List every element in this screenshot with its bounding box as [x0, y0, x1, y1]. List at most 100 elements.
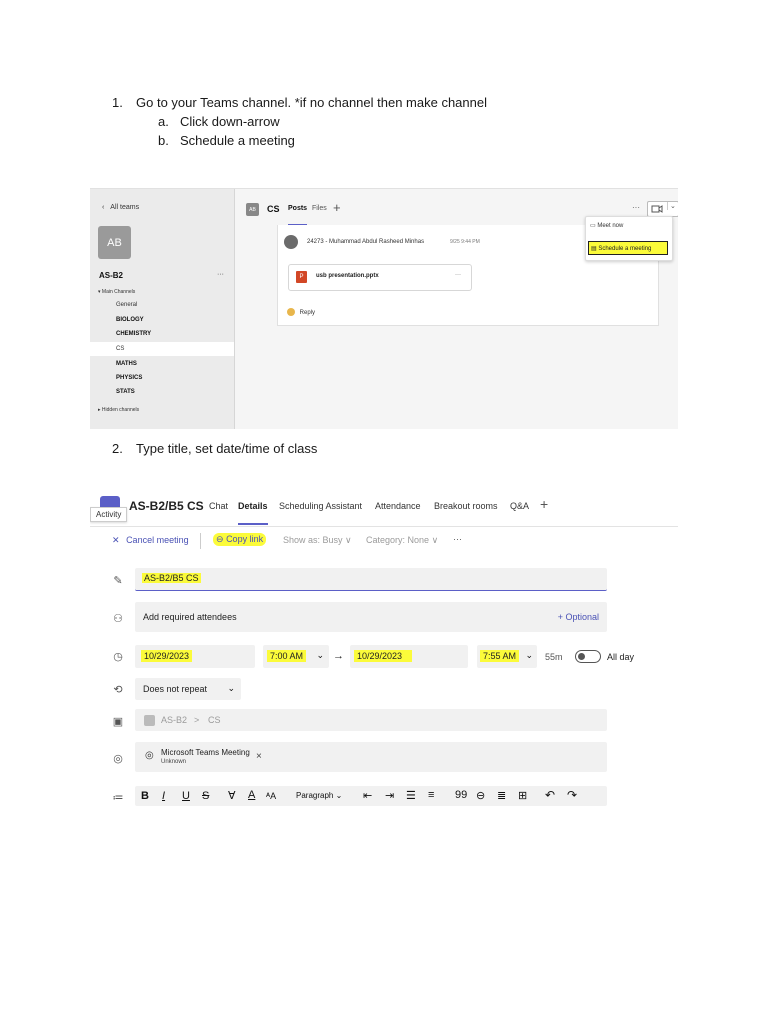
underline-icon[interactable]: U [182, 790, 190, 802]
menu-schedule-meeting[interactable]: ▤ Schedule a meeting [588, 241, 668, 255]
tab-attendance[interactable]: Attendance [375, 501, 421, 511]
all-day-toggle[interactable] [575, 650, 601, 663]
location-sub: Unknown [161, 759, 187, 765]
author-avatar [284, 235, 298, 249]
channel-chemistry[interactable]: CHEMISTRY [116, 331, 151, 337]
strikethrough-icon[interactable]: S [202, 790, 209, 802]
outdent-icon[interactable]: ⇤ [363, 789, 372, 802]
format-icon: ≔ [112, 791, 124, 804]
video-camera-icon [651, 205, 663, 213]
header-divider [90, 526, 678, 527]
quote-icon[interactable]: 99 [455, 789, 467, 801]
link-icon[interactable]: ⊖ [476, 789, 485, 802]
location-pin-icon: ◎ [145, 750, 154, 761]
all-teams-link[interactable]: ‹ All teams [102, 204, 139, 211]
category-dropdown[interactable]: Category: None ∨ [366, 535, 438, 546]
video-camera-icon: ▭ [590, 223, 596, 229]
chevron-down-icon: ⌄ [316, 650, 324, 660]
caret-down-icon: ▾ [98, 289, 101, 295]
main-channels-header[interactable]: ▾ Main Channels [98, 289, 135, 295]
tab-qa[interactable]: Q&A [510, 501, 529, 511]
start-time-value: 7:00 AM [267, 650, 307, 662]
numbered-list-icon[interactable]: ≡ [428, 789, 434, 801]
chevron-down-icon[interactable]: ⌄ [667, 202, 676, 210]
table-icon[interactable]: ⊞ [518, 789, 527, 802]
font-color-icon[interactable]: A [248, 789, 255, 801]
title-field[interactable]: AS-B2/B5 CS [135, 568, 607, 591]
copy-link-button[interactable]: ⊖ Copy link [213, 533, 267, 546]
file-attachment[interactable]: P usb presentation.pptx ··· [288, 264, 472, 291]
step-2-text: Type title, set date/time of class [136, 441, 318, 456]
show-as-dropdown[interactable]: Show as: Busy ∨ [283, 535, 352, 546]
channel-maths[interactable]: MATHS [116, 361, 137, 367]
end-time-field[interactable]: 7:55 AM ⌄ [477, 645, 537, 668]
team-name[interactable]: AS-B2 [99, 271, 123, 280]
channel-avatar: AB [246, 203, 259, 216]
paragraph-dropdown[interactable]: Paragraph ⌄ [296, 791, 342, 800]
font-size-icon[interactable]: ᴬA [266, 791, 276, 801]
channel-general[interactable]: General [116, 302, 137, 308]
bold-icon[interactable]: B [141, 790, 149, 802]
file-more-button[interactable]: ··· [455, 272, 461, 278]
bulleted-list-icon[interactable]: ☰ [406, 789, 416, 802]
end-date-field[interactable]: 10/29/2023 [350, 645, 468, 668]
close-icon: ✕ [112, 535, 120, 545]
team-more-button[interactable]: ··· [217, 271, 224, 278]
repeat-value: Does not repeat [143, 684, 208, 694]
horizontal-rule-icon[interactable]: ≣ [497, 789, 506, 802]
channel-separator: > [194, 715, 200, 725]
tab-breakout-rooms[interactable]: Breakout rooms [434, 501, 498, 511]
start-time-field[interactable]: 7:00 AM ⌄ [263, 645, 329, 668]
toolbar-divider [200, 533, 201, 549]
title-value: AS-B2/B5 CS [142, 573, 201, 583]
attendees-field[interactable]: Add required attendees + Optional [135, 602, 607, 632]
remove-location-icon[interactable]: × [256, 751, 262, 762]
tab-scheduling-assistant[interactable]: Scheduling Assistant [279, 501, 362, 511]
hidden-channels-header[interactable]: ▸ Hidden channels [98, 407, 139, 413]
meet-button[interactable]: ⌄ [647, 201, 678, 217]
reply-button[interactable]: Reply [287, 308, 315, 316]
tab-details[interactable]: Details [238, 501, 268, 525]
tab-chat[interactable]: Chat [209, 501, 228, 511]
formatting-toolbar: B I U S ∀ A ᴬA Paragraph ⌄ ⇤ ⇥ ☰ ≡ 99 ⊖ … [135, 786, 607, 806]
channel-cs-selected[interactable] [90, 342, 234, 356]
redo-icon[interactable]: ↷ [567, 788, 577, 802]
add-tab-button[interactable]: + [540, 496, 548, 512]
activity-tooltip: Activity [90, 507, 128, 522]
channel-field: AS-B2 > CS [135, 709, 607, 731]
channel-stats[interactable]: STATS [116, 389, 135, 395]
end-time-value: 7:55 AM [480, 650, 520, 662]
start-date-field[interactable]: 10/29/2023 [135, 645, 255, 668]
file-name: usb presentation.pptx [316, 273, 379, 279]
repeat-dropdown[interactable]: Does not repeat ⌄ [135, 678, 241, 700]
channel-icon: ▣ [112, 715, 124, 728]
toolbar-more-button[interactable]: ··· [453, 534, 462, 544]
cancel-meeting-button[interactable]: ✕ Cancel meeting [112, 535, 189, 546]
step-1b-letter: b. [158, 133, 169, 148]
highlight-icon[interactable]: ∀ [228, 789, 236, 802]
chevron-down-icon: ∨ [345, 535, 352, 545]
chevron-left-icon: ‹ [102, 204, 105, 211]
location-field[interactable]: ◎ Microsoft Teams Meeting Unknown × [135, 742, 607, 772]
date-range-arrow: → [333, 650, 344, 662]
post-author: 24273 - Muhammad Abdul Rasheed Minhas [307, 239, 425, 245]
undo-icon[interactable]: ↶ [545, 788, 555, 802]
step-1: 1. Go to your Teams channel. *if no chan… [112, 95, 487, 110]
step-1a-letter: a. [158, 114, 169, 129]
tab-posts[interactable]: Posts [288, 205, 308, 226]
clock-icon: ◷ [113, 650, 123, 663]
meeting-title-header: AS-B2/B5 CS [129, 499, 204, 513]
italic-icon[interactable]: I [162, 790, 165, 802]
optional-attendees-link[interactable]: + Optional [558, 612, 599, 622]
indent-icon[interactable]: ⇥ [385, 789, 394, 802]
channel-biology[interactable]: BIOLOGY [116, 317, 144, 323]
add-tab-button[interactable]: + [333, 200, 341, 215]
channel-physics[interactable]: PHYSICS [116, 375, 142, 381]
channel-cs[interactable]: CS [116, 346, 124, 352]
pencil-icon: ✎ [113, 574, 123, 587]
header-more-button[interactable]: ··· [632, 203, 640, 212]
tab-files[interactable]: Files [312, 205, 327, 212]
repeat-icon: ⟲ [113, 683, 123, 696]
location-pin-icon: ◎ [113, 752, 123, 765]
menu-meet-now[interactable]: ▭ Meet now [590, 222, 623, 229]
